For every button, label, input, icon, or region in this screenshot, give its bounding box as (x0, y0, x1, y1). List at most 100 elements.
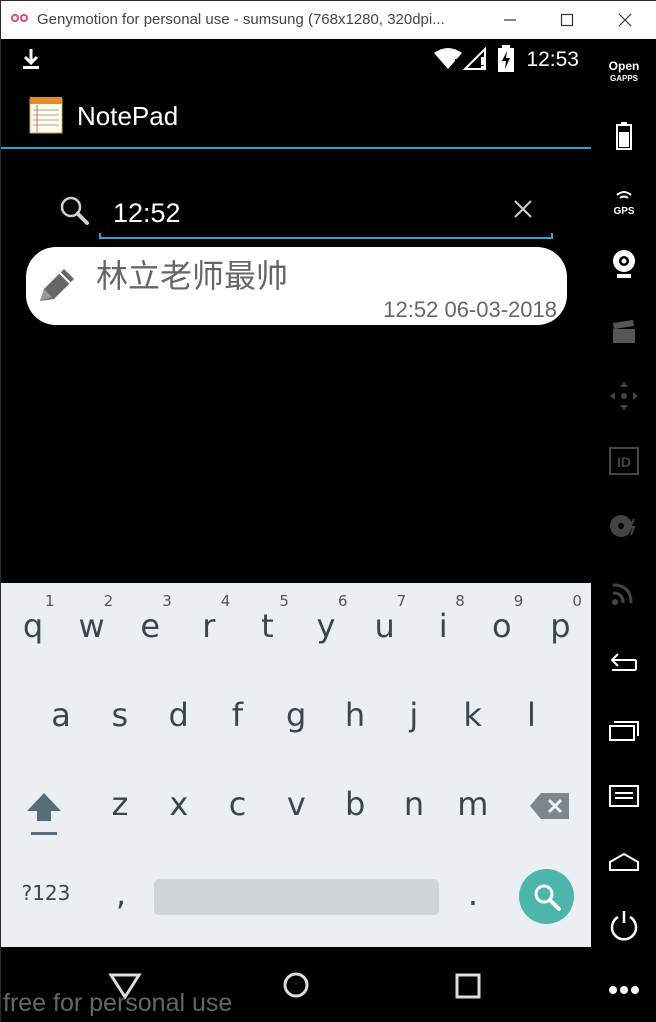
key-f[interactable]: f (209, 696, 265, 734)
media-icon (613, 320, 635, 343)
gps-button[interactable]: GPS (591, 185, 656, 219)
key-y[interactable]: y (298, 607, 354, 645)
recent-apps-button[interactable] (591, 713, 656, 747)
dpad-button[interactable] (591, 379, 656, 413)
key-hint-o: 9 (513, 592, 524, 610)
cast-button[interactable] (591, 575, 656, 609)
key-k[interactable]: k (445, 696, 501, 734)
power-button[interactable] (591, 907, 656, 943)
maximize-icon (560, 13, 574, 27)
dpad-icon (610, 382, 638, 410)
svg-text:ID: ID (617, 454, 631, 470)
key-hint-i: 8 (455, 592, 465, 610)
key-w[interactable]: w (64, 607, 120, 645)
download-icon (23, 49, 39, 69)
key-o[interactable]: o (474, 607, 530, 645)
key-hint-u: 7 (396, 592, 407, 610)
gps-icon: GPS (613, 191, 635, 217)
signal-icon (463, 47, 486, 70)
space-key[interactable] (154, 879, 439, 915)
search-icon (60, 196, 89, 225)
key-r[interactable]: r (181, 607, 237, 645)
key-n[interactable]: n (386, 785, 442, 823)
search-bar (1, 179, 591, 243)
minimize-button[interactable] (496, 7, 524, 33)
battery-charging-icon (498, 45, 514, 72)
key-hint-t: 5 (279, 592, 289, 610)
close-icon (618, 13, 632, 27)
search-underline (99, 233, 553, 239)
key-e[interactable]: e (122, 607, 178, 645)
key-q[interactable]: q (5, 607, 61, 645)
search-input[interactable] (113, 193, 493, 233)
webcam-icon (613, 250, 635, 278)
device-id-button[interactable]: ID (591, 444, 656, 478)
key-hint-y: 6 (338, 592, 348, 610)
home-icon (609, 852, 639, 871)
maximize-button[interactable] (553, 7, 581, 33)
symbols-key[interactable]: ?123 (15, 881, 77, 905)
recent-apps-icon (609, 721, 639, 741)
key-h[interactable]: h (327, 696, 383, 734)
key-u[interactable]: u (357, 607, 413, 645)
key-l[interactable]: l (503, 696, 559, 734)
genymotion-logo-icon (11, 13, 31, 25)
key-t[interactable]: t (239, 607, 295, 645)
clear-icon[interactable] (513, 199, 533, 219)
home-icon[interactable] (282, 971, 310, 999)
key-b[interactable]: b (327, 785, 383, 823)
open-gapps-icon: Open GAPPS (608, 58, 640, 83)
more-icon (609, 986, 639, 994)
watermark: free for personal use (3, 989, 233, 1017)
android-menu-button[interactable] (591, 779, 656, 813)
media-button[interactable] (591, 315, 656, 349)
note-date: 12:52 06-03-2018 (383, 297, 557, 322)
app-title: NotePad (77, 101, 179, 131)
genymotion-sidebar: Open GAPPS GPS ID (591, 39, 656, 1022)
key-z[interactable]: z (92, 785, 148, 823)
notepad-icon[interactable] (28, 95, 64, 135)
key-hint-q: 1 (45, 592, 55, 610)
webcam-button[interactable] (591, 247, 656, 281)
android-home-button[interactable] (591, 845, 656, 879)
status-bar: 12:53 (1, 39, 591, 79)
key-a[interactable]: a (33, 696, 89, 734)
android-back-button[interactable] (591, 647, 656, 681)
disk-button[interactable] (591, 509, 656, 543)
key-d[interactable]: d (151, 696, 207, 734)
key-s[interactable]: s (92, 696, 148, 734)
keyboard-search-button[interactable] (519, 869, 574, 924)
note-list-item[interactable]: 林立老师最帅 12:52 06-03-2018 (26, 247, 567, 325)
key-m[interactable]: m (445, 785, 501, 823)
open-gapps-button[interactable]: Open GAPPS (591, 57, 656, 87)
period-key[interactable]: . (445, 875, 501, 913)
more-button[interactable] (591, 975, 656, 1005)
key-p[interactable]: p (532, 607, 588, 645)
recents-icon[interactable] (454, 972, 482, 1000)
close-button[interactable] (611, 7, 639, 33)
key-hint-e: 3 (162, 592, 172, 610)
battery-button[interactable] (591, 119, 656, 153)
key-j[interactable]: j (386, 696, 442, 734)
key-hint-r: 4 (220, 592, 231, 610)
shift-icon[interactable] (25, 791, 63, 839)
action-bar: NotePad (1, 79, 591, 149)
key-i[interactable]: i (415, 607, 471, 645)
status-time: 12:53 (526, 48, 579, 71)
window-titlebar[interactable]: Genymotion for personal use - sumsung (7… (1, 1, 656, 39)
key-g[interactable]: g (268, 696, 324, 734)
key-v[interactable]: v (268, 785, 324, 823)
search-icon (534, 884, 561, 911)
note-title: 林立老师最帅 (96, 257, 289, 295)
comma-key[interactable]: , (93, 875, 149, 913)
menu-icon (609, 785, 639, 807)
key-c[interactable]: c (210, 785, 266, 823)
device-id-icon: ID (609, 447, 639, 475)
wifi-icon (434, 48, 462, 71)
android-screen: 12:53 NotePad 12:52 林立老师最帅 12:52 06-03-2… (1, 39, 591, 1022)
key-hint-w: 2 (103, 592, 114, 610)
backspace-icon[interactable] (529, 791, 571, 821)
genymotion-window: Genymotion for personal use - sumsung (7… (0, 0, 656, 1022)
svg-text:GPS: GPS (613, 206, 634, 217)
key-x[interactable]: x (151, 785, 207, 823)
